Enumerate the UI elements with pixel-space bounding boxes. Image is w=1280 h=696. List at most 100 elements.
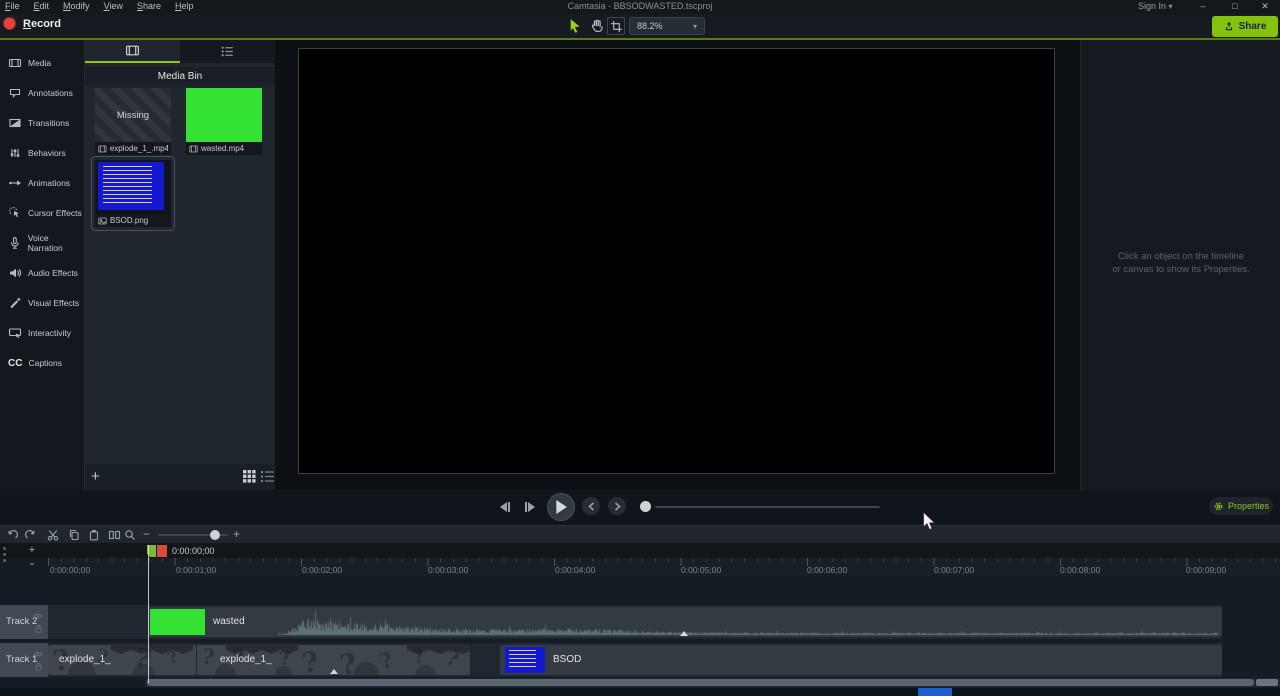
sidebar-item-visual-effects[interactable]: Visual Effects xyxy=(0,288,85,318)
zoom-out-button[interactable]: − xyxy=(143,527,150,541)
sidebar-item-audio-effects[interactable]: Audio Effects xyxy=(0,258,85,288)
chevron-left-icon xyxy=(588,502,595,511)
next-clip-button[interactable] xyxy=(608,497,626,515)
previous-clip-button[interactable] xyxy=(582,497,600,515)
sidebar-item-media[interactable]: Media xyxy=(0,48,85,78)
sidebar-item-animations[interactable]: Animations xyxy=(0,168,85,198)
redo-button[interactable] xyxy=(25,529,37,541)
sign-in-button[interactable]: Sign In ▾ xyxy=(1138,0,1173,13)
zoom-icon xyxy=(124,529,136,541)
menu-help[interactable]: Help xyxy=(175,0,194,13)
cursor-icon xyxy=(568,18,583,34)
maximize-button[interactable]: □ xyxy=(1224,0,1246,13)
track2-header[interactable]: Track 2 xyxy=(0,605,48,639)
image-file-icon xyxy=(98,217,107,225)
eye-icon[interactable] xyxy=(33,650,43,658)
list-view-button[interactable] xyxy=(261,470,274,483)
clip-bsod[interactable]: BSOD xyxy=(500,645,1222,675)
timeline-zoom-handle[interactable] xyxy=(210,530,220,540)
track1-row[interactable]: ???? explode_1_ ???????? explode_1_ BSOD xyxy=(48,643,1222,677)
library-tab[interactable] xyxy=(180,40,275,63)
track1-header[interactable]: Track 1 xyxy=(0,643,48,677)
speaker-icon xyxy=(8,266,22,280)
record-button[interactable]: Record xyxy=(3,17,61,30)
sidebar-item-transitions[interactable]: Transitions xyxy=(0,108,85,138)
wasted-thumbnail xyxy=(186,88,262,142)
sidebar-item-behaviors[interactable]: Behaviors xyxy=(0,138,85,168)
timeline-hscrollbar-thumb[interactable] xyxy=(147,679,1254,686)
media-item-bsod[interactable]: BSOD.png xyxy=(95,160,171,227)
collapse-tracks-button[interactable]: ⌄ xyxy=(24,557,40,569)
clip-explode-1[interactable]: ???? explode_1_ xyxy=(48,645,196,675)
share-button[interactable]: Share xyxy=(1212,16,1278,37)
media-item-explode[interactable]: Missing explode_1_.mp4 xyxy=(95,88,171,155)
crop-icon xyxy=(610,20,623,33)
copy-button[interactable] xyxy=(68,529,80,541)
timeline-hscrollbar-button[interactable] xyxy=(1256,679,1278,686)
ruler-label: 0:00:04;00 xyxy=(555,565,595,575)
minimize-button[interactable]: – xyxy=(1192,0,1214,13)
transitions-icon xyxy=(8,116,22,130)
menu-view[interactable]: View xyxy=(104,0,123,13)
preview-canvas[interactable] xyxy=(298,48,1055,474)
split-button[interactable] xyxy=(108,529,121,541)
title-bar: File Edit Modify View Share Help Camtasia - B… xyxy=(0,0,1280,14)
playhead-line[interactable] xyxy=(148,545,149,683)
menu-edit[interactable]: Edit xyxy=(34,0,50,13)
clip-marker xyxy=(330,669,338,674)
menu-share[interactable]: Share xyxy=(137,0,161,13)
undo-button[interactable] xyxy=(6,529,18,541)
missing-media-thumbnail: Missing xyxy=(95,88,171,142)
interactivity-icon xyxy=(8,326,22,340)
step-backward-button[interactable] xyxy=(494,497,514,517)
timeline-ruler[interactable]: 0:00:00;00 0:00:01;00 0:00:02;00 0:00:03… xyxy=(48,558,1280,576)
seek-track[interactable] xyxy=(655,506,880,508)
properties-button[interactable]: Properties xyxy=(1209,497,1273,515)
sidebar-item-captions[interactable]: CC Captions xyxy=(0,348,85,378)
hand-icon xyxy=(589,18,604,34)
lock-icon[interactable] xyxy=(34,662,43,671)
sidebar-item-interactivity[interactable]: Interactivity xyxy=(0,318,85,348)
ruler-label: 0:00:08;00 xyxy=(1060,565,1100,575)
ruler-label: 0:00:03;00 xyxy=(428,565,468,575)
window-title: Camtasia - BBSODWASTED.tscproj xyxy=(500,0,780,13)
sidebar-item-annotations[interactable]: Annotations xyxy=(0,78,85,108)
track-name: Track 2 xyxy=(6,605,37,639)
record-label: Record xyxy=(23,18,61,30)
missing-badge: Missing xyxy=(117,110,149,121)
seek-handle[interactable] xyxy=(640,501,651,512)
pan-tool-button[interactable] xyxy=(587,17,605,35)
timeline-toolbar: − + xyxy=(0,525,1280,543)
media-bin-tab[interactable] xyxy=(85,40,180,63)
taskbar-active-app[interactable] xyxy=(918,688,952,696)
eye-icon[interactable] xyxy=(33,612,43,620)
playhead-out-handle[interactable] xyxy=(157,545,167,557)
canvas-zoom-select[interactable]: 88.2% ▾ xyxy=(629,17,705,35)
paste-button[interactable] xyxy=(88,529,100,541)
media-item-wasted[interactable]: wasted.mp4 xyxy=(186,88,262,155)
video-file-icon xyxy=(98,145,107,153)
sidebar-item-voice-narration[interactable]: Voice Narration xyxy=(0,228,85,258)
step-forward-button[interactable] xyxy=(520,497,540,517)
gear-icon xyxy=(1213,501,1224,512)
cut-button[interactable] xyxy=(47,529,60,541)
menu-file[interactable]: File xyxy=(5,0,20,13)
sidebar-item-cursor-effects[interactable]: Cursor Effects xyxy=(0,198,85,228)
ruler-label: 0:00:09;00 xyxy=(1186,565,1226,575)
add-track-button[interactable]: + xyxy=(24,544,40,556)
grid-view-button[interactable] xyxy=(243,470,256,483)
clip-label: explode_1_ xyxy=(220,645,272,675)
add-media-button[interactable]: + xyxy=(91,470,100,484)
play-button[interactable] xyxy=(547,493,575,521)
playback-bar: Properties xyxy=(0,490,1280,525)
crop-tool-button[interactable] xyxy=(607,17,625,35)
zoom-in-button[interactable]: + xyxy=(233,527,240,541)
close-button[interactable]: ✕ xyxy=(1254,0,1276,13)
lock-icon[interactable] xyxy=(34,624,43,633)
media-panel: Media Bin Missing explode_1_.mp4 wasted.… xyxy=(85,40,275,490)
ruler-label: 0:00:01;00 xyxy=(176,565,216,575)
captions-icon: CC xyxy=(8,358,22,369)
menu-modify[interactable]: Modify xyxy=(63,0,90,13)
select-tool-button[interactable] xyxy=(566,17,584,35)
track2-row[interactable]: wasted xyxy=(48,605,1222,639)
